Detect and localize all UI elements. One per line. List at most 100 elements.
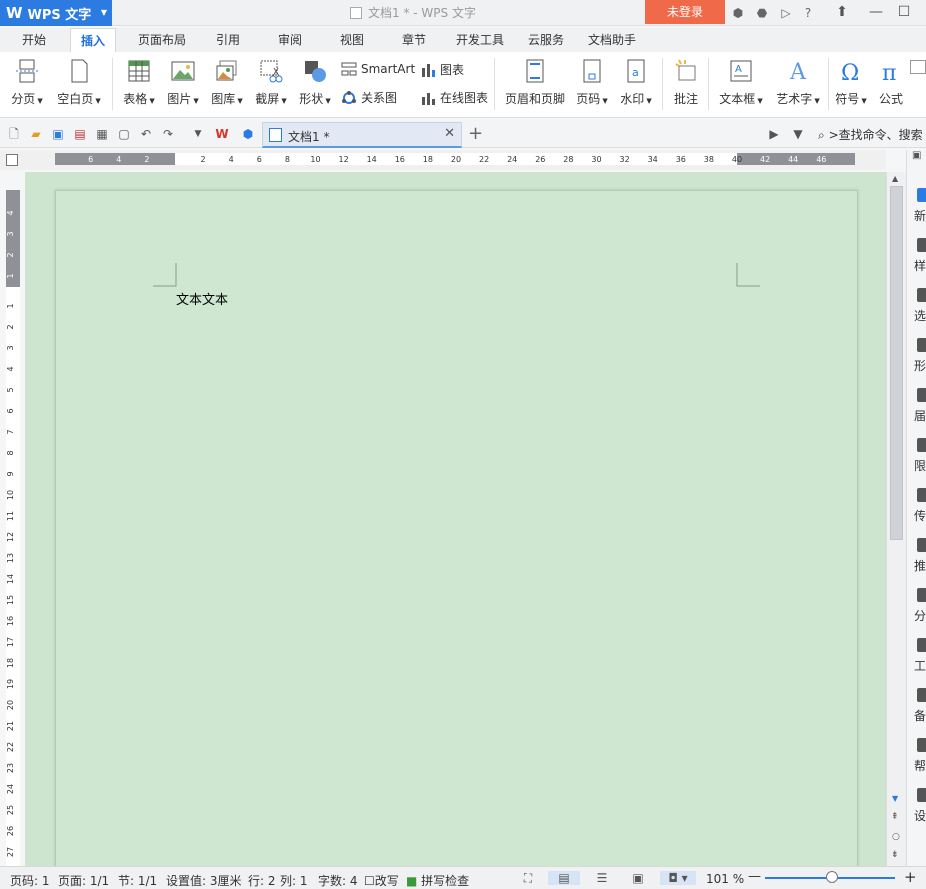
redo-icon[interactable]: ↷ — [160, 126, 176, 142]
new-file-icon[interactable]: 🗋 — [6, 126, 22, 142]
tab-start[interactable]: 开始 — [12, 28, 56, 52]
formula-button[interactable]: π 公式 — [876, 58, 906, 107]
zoom-out-button[interactable]: — — [748, 869, 761, 884]
body-text[interactable]: 文本文本 — [176, 289, 228, 308]
save-icon[interactable]: ▣ — [50, 126, 66, 142]
wps-home-icon[interactable]: W — [214, 126, 230, 142]
wordart-button[interactable]: A 艺术字 ▼ — [773, 58, 823, 107]
screenshot-icon — [260, 60, 283, 83]
document-page[interactable]: 文本文本 — [55, 190, 858, 880]
status-spellcheck[interactable]: ■ 拼写检查 — [406, 872, 469, 889]
taskpane-share[interactable]: 分 — [911, 588, 926, 624]
relation-chart-button[interactable]: 关系图 — [341, 89, 397, 106]
number-icon[interactable] — [910, 60, 926, 74]
open-folder-icon[interactable]: ▰ — [28, 126, 44, 142]
next-page-icon[interactable]: ⇟ — [891, 850, 899, 860]
scroll-down-icon[interactable]: ▼ — [892, 794, 898, 803]
page-break-button[interactable]: 分页 ▼ — [10, 58, 44, 107]
smartart-button[interactable]: SmartArt — [341, 61, 415, 77]
tab-section[interactable]: 章节 — [392, 28, 436, 52]
symbol-button[interactable]: Ω 符号 ▼ — [834, 58, 868, 107]
close-icon[interactable]: ✕ — [444, 126, 455, 141]
taskpane-properties[interactable]: 届 — [911, 388, 926, 424]
ruler-tick-label: 2 — [201, 155, 206, 164]
previous-page-icon[interactable]: ⇞ — [891, 812, 899, 822]
command-search[interactable]: ⌕ >查找命令、搜索 — [818, 126, 923, 143]
eye-protection-icon[interactable]: ◘ ▾ — [660, 871, 696, 885]
zoom-level[interactable]: 101 % — [706, 872, 744, 886]
tab-view[interactable]: 视图 — [330, 28, 374, 52]
tab-doc-assistant[interactable]: 文档助手 — [578, 28, 646, 52]
tab-cloud-service[interactable]: 云服务 — [518, 28, 574, 52]
taskpane-backup[interactable]: 备 — [911, 688, 926, 724]
textbox-button[interactable]: A 文本框 ▼ — [716, 58, 766, 107]
taskpane-label: 传 — [914, 509, 926, 523]
web-view-icon[interactable]: ▣ — [630, 871, 646, 885]
tab-review[interactable]: 审阅 — [268, 28, 312, 52]
header-footer-button[interactable]: 页眉和页脚 — [502, 58, 568, 107]
zoom-in-button[interactable]: + — [904, 868, 917, 886]
online-chart-button[interactable]: 在线图表 — [420, 89, 488, 106]
maximize-button[interactable]: ☐ — [894, 3, 914, 21]
login-button[interactable]: 未登录 — [645, 0, 725, 24]
export-pdf-icon[interactable]: ▤ — [72, 126, 88, 142]
page-view-icon[interactable]: ▤ — [548, 871, 580, 885]
help-icon[interactable]: ? — [800, 5, 816, 21]
pane-toggle-icon[interactable]: ▣ — [912, 150, 921, 161]
horizontal-ruler[interactable]: 6 4 2 2 4 6 8 10 12 14 16 18 20 22 24 26 28 30 32 34 36 38 40 4… — [55, 153, 855, 165]
status-page[interactable]: 页码: 1 — [10, 872, 50, 889]
new-tab-button[interactable]: + — [468, 123, 483, 144]
tab-stop-selector[interactable] — [6, 154, 18, 166]
taskpane-settings[interactable]: 设 — [911, 788, 926, 824]
taskpane-transfer[interactable]: 传 — [911, 488, 926, 524]
taskpane-shapes[interactable]: 形 — [911, 338, 926, 374]
comment-button[interactable]: 批注 — [670, 58, 702, 107]
chart-button[interactable]: 图表 — [420, 61, 464, 78]
status-revise[interactable]: ☐改写 — [364, 872, 399, 889]
taskpane-recommend[interactable]: 推 — [911, 538, 926, 574]
screenshot-button[interactable]: 截屏 ▼ — [253, 58, 289, 107]
scroll-up-icon[interactable]: ▲ — [892, 174, 898, 183]
tab-insert[interactable]: 插入 — [70, 28, 117, 52]
share-icon[interactable]: ▼ — [790, 126, 806, 142]
taskpane-tools[interactable]: 工 — [911, 638, 926, 674]
page-number-button[interactable]: 页码 ▼ — [574, 58, 610, 107]
full-screen-icon[interactable]: ⛶ — [520, 871, 536, 885]
document-tab[interactable]: 文档1 * ✕ — [262, 122, 462, 148]
skin-icon[interactable]: ⬢ — [730, 5, 746, 21]
table-button[interactable]: 表格 ▼ — [121, 58, 157, 107]
print-preview-icon[interactable]: ▢ — [116, 126, 132, 142]
taskpane-new[interactable]: 新 — [911, 188, 926, 224]
select-browse-object-icon[interactable]: ○ — [892, 832, 900, 842]
print-icon[interactable]: ▦ — [94, 126, 110, 142]
taskpane-select[interactable]: 选 — [911, 288, 926, 324]
app-menu-button[interactable]: W WPS 文字 ▼ — [0, 0, 112, 26]
status-setting[interactable]: 设置值: 3厘米 — [166, 872, 242, 889]
shapes-button[interactable]: 形状 ▼ — [297, 58, 333, 107]
picture-button[interactable]: 图片 ▼ — [165, 58, 201, 107]
tab-page-layout[interactable]: 页面布局 — [128, 28, 196, 52]
ruler-tick-label: 25 — [6, 805, 15, 815]
tab-developer[interactable]: 开发工具 — [446, 28, 514, 52]
undo-icon[interactable]: ↶ — [138, 126, 154, 142]
minimize-button[interactable]: — — [866, 3, 886, 21]
cloud-doc-icon[interactable]: ⬢ — [240, 126, 256, 142]
tab-references[interactable]: 引用 — [206, 28, 250, 52]
vertical-ruler[interactable]: 4 3 2 1 1 2 3 4 5 6 7 8 9 10 11 12 13 14 15 16 17 18 19 20 21 22 2… — [6, 190, 20, 870]
watermark-button[interactable]: a 水印 ▼ — [618, 58, 654, 107]
vertical-scrollbar[interactable]: ▲ ▼ ⇞ ○ ⇟ — [886, 172, 906, 866]
taskpane-restrict[interactable]: 限 — [911, 438, 926, 474]
status-words[interactable]: 字数: 4 — [318, 872, 358, 889]
gallery-button[interactable]: 图库 ▼ — [209, 58, 245, 107]
blank-page-button[interactable]: 空白页 ▼ — [54, 58, 104, 107]
restore-ribbon-icon[interactable]: ⬆ — [832, 3, 852, 21]
scroll-thumb[interactable] — [890, 186, 903, 540]
settings-icon[interactable]: ⬣ — [754, 5, 770, 21]
outline-view-icon[interactable]: ☰ — [594, 871, 610, 885]
customize-dropdown-icon[interactable]: ▼ — [190, 126, 206, 142]
zoom-slider-knob[interactable] — [826, 871, 838, 883]
taskpane-styles[interactable]: 样 — [911, 238, 926, 274]
play-icon[interactable]: ▶ — [766, 126, 782, 142]
taskpane-help[interactable]: 帮 — [911, 738, 926, 774]
feedback-icon[interactable]: ▷ — [778, 5, 794, 21]
